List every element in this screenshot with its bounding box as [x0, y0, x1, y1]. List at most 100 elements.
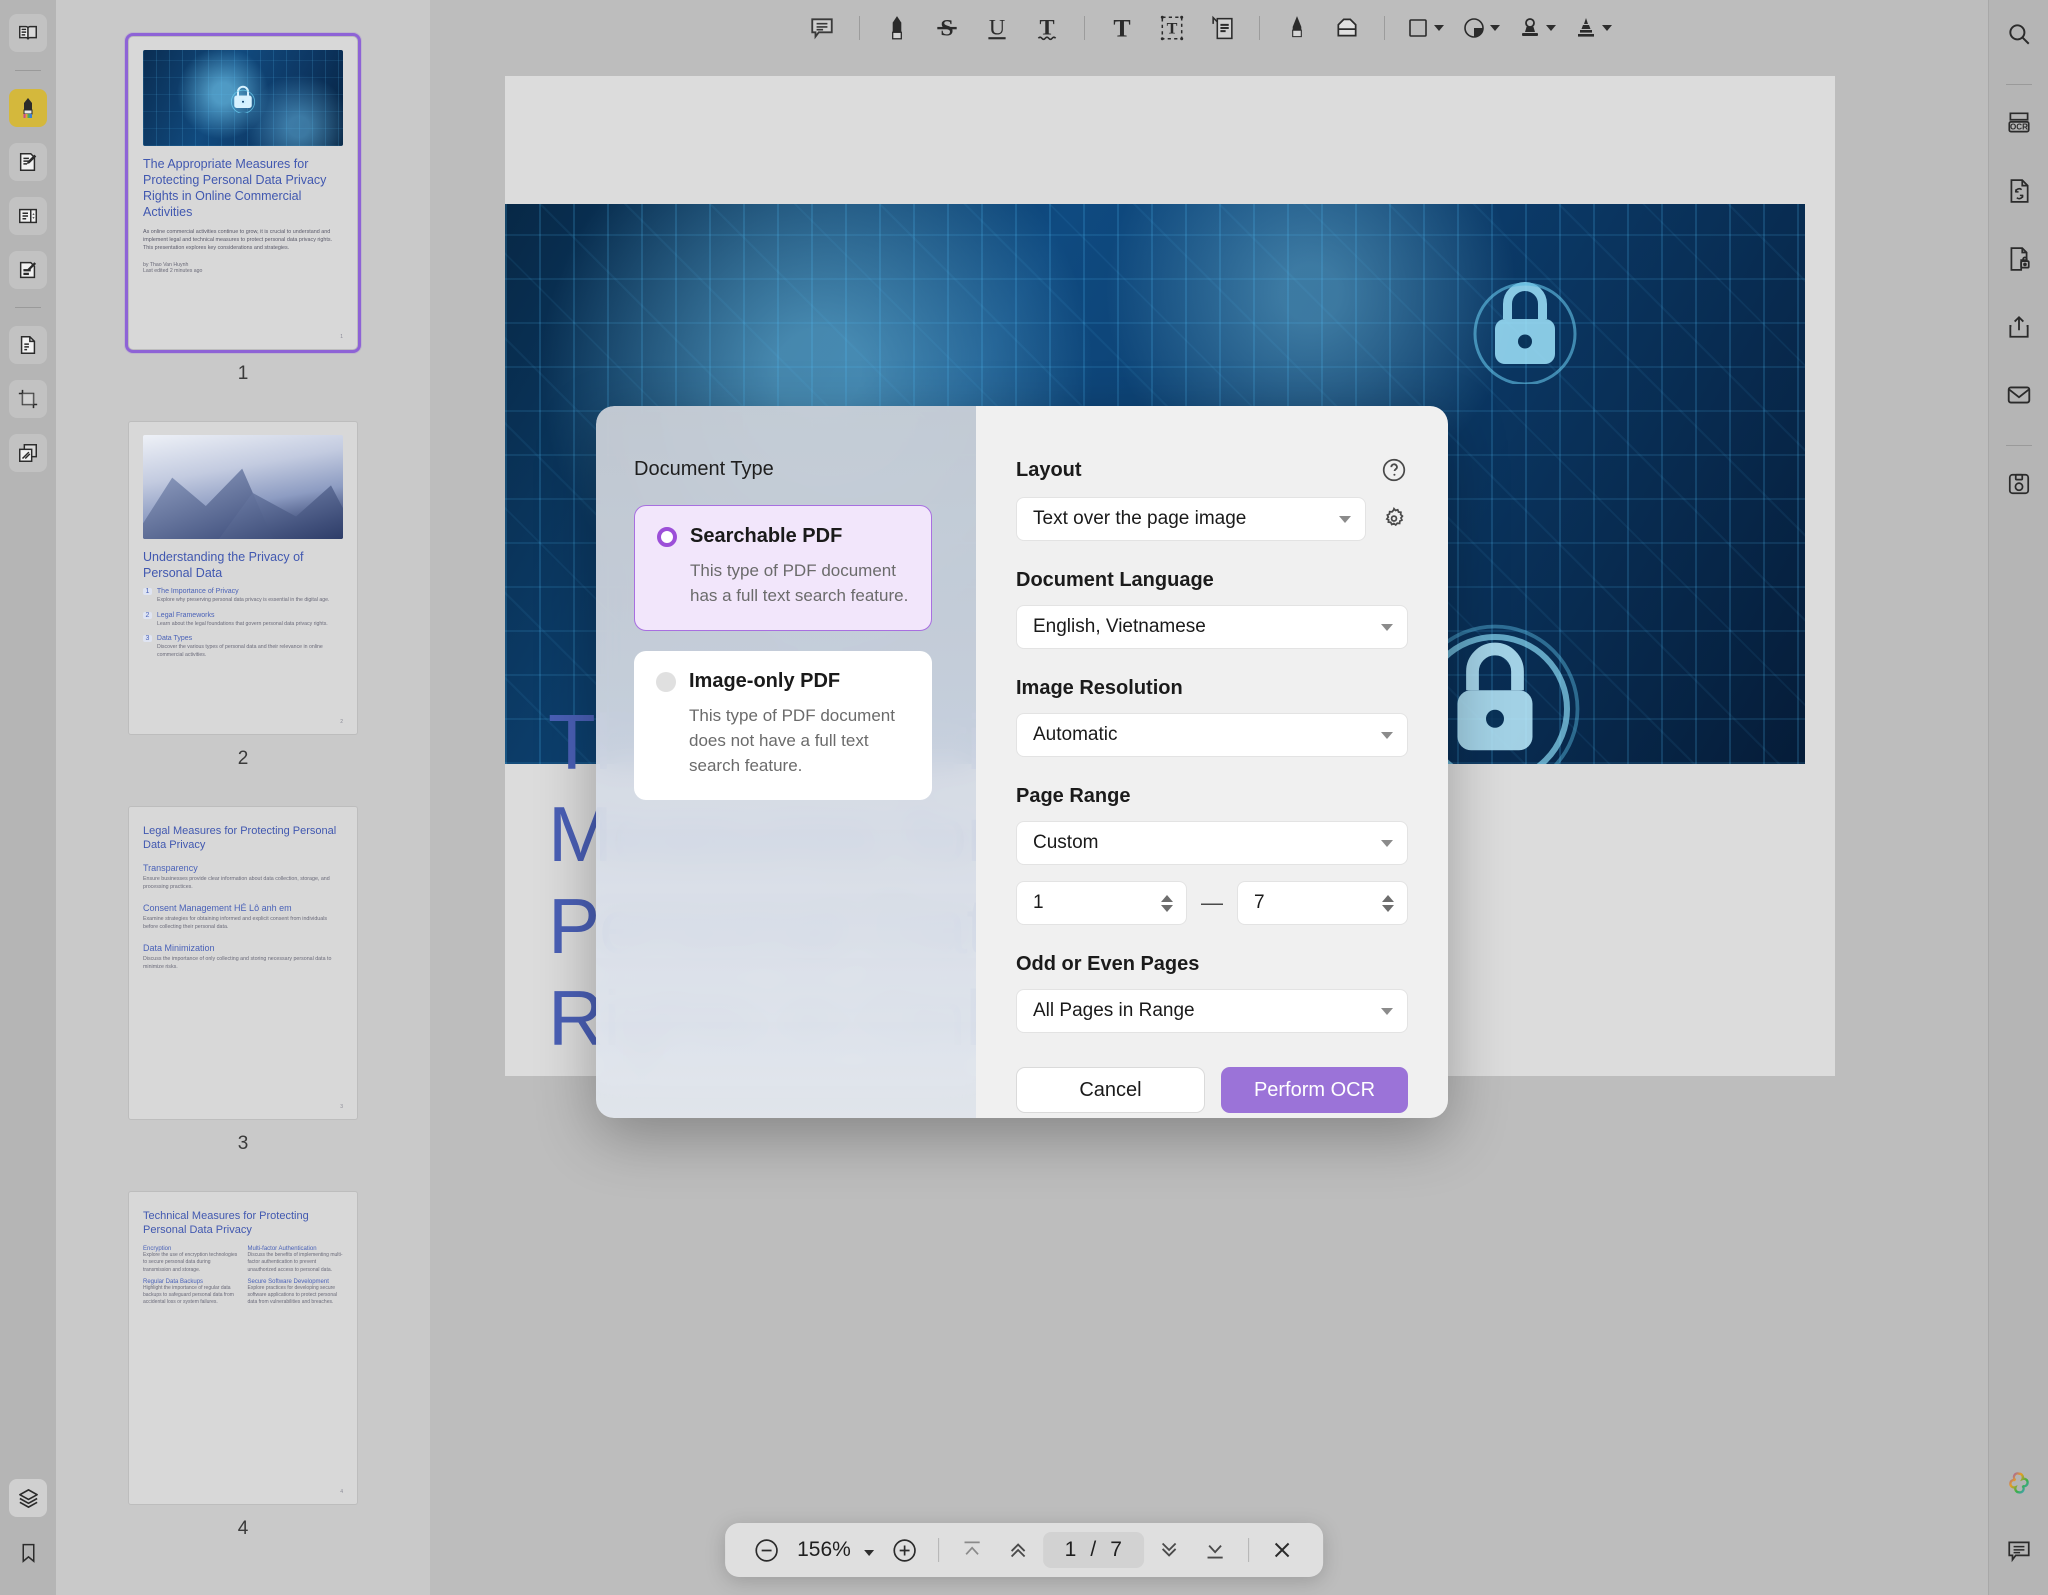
thumbnail-item-3[interactable]: Legal Measures for Protecting Personal D…: [128, 806, 358, 1155]
mail-icon[interactable]: [1999, 375, 2039, 415]
svg-text:OCR: OCR: [2010, 122, 2028, 131]
right-tool-rail: OCR: [1988, 0, 2048, 1595]
markup-icon[interactable]: [9, 251, 47, 289]
first-page-icon[interactable]: [951, 1530, 993, 1570]
radio-searchable-pdf[interactable]: [657, 526, 677, 547]
grid-cell-text: Explore the use of encryption technologi…: [143, 1252, 238, 1273]
ocr-settings-dialog: Document Type Searchable PDF This type o…: [596, 406, 1448, 1118]
minus-circle-icon[interactable]: [745, 1530, 787, 1570]
chevron-down-icon[interactable]: [1546, 25, 1556, 31]
comment-icon[interactable]: [1999, 1531, 2039, 1571]
share-icon[interactable]: [1999, 307, 2039, 347]
chevron-down-icon[interactable]: [1490, 25, 1500, 31]
chevron-down-icon[interactable]: [863, 1550, 874, 1556]
thumbnail-card-1[interactable]: The Appropriate Measures for Protecting …: [125, 33, 361, 353]
organize-pages-icon[interactable]: [9, 434, 47, 472]
grid-cell-text: Discuss the benefits of implementing mul…: [247, 1252, 343, 1273]
radio-image-only-pdf[interactable]: [656, 671, 676, 692]
pen-icon[interactable]: [1275, 8, 1319, 48]
ai-assistant-icon[interactable]: [1999, 1463, 2039, 1503]
protect-icon[interactable]: [1999, 239, 2039, 279]
signature-icon[interactable]: [1568, 8, 1618, 48]
thumbnail-title-1: The Appropriate Measures for Protecting …: [143, 157, 327, 219]
option-searchable-pdf[interactable]: Searchable PDF This type of PDF document…: [634, 505, 932, 632]
thumbnail-item-4[interactable]: Technical Measures for Protecting Person…: [128, 1191, 358, 1540]
plus-circle-icon[interactable]: [884, 1530, 926, 1570]
next-page-icon[interactable]: [1148, 1530, 1190, 1570]
edit-text-icon[interactable]: [9, 143, 47, 181]
chevron-down-icon[interactable]: [1381, 731, 1393, 739]
gear-icon[interactable]: [1380, 505, 1408, 533]
callout-icon[interactable]: [1200, 8, 1244, 48]
note-icon[interactable]: [800, 8, 844, 48]
thumbnail-item-2[interactable]: Understanding the Privacy of Personal Da…: [128, 421, 358, 770]
page-range-from-value: 1: [1033, 892, 1044, 913]
dialog-actions: Cancel Perform OCR: [1016, 1067, 1408, 1113]
read-mode-icon[interactable]: [9, 14, 47, 52]
thumbnail-card-3[interactable]: Legal Measures for Protecting Personal D…: [128, 806, 358, 1120]
image-resolution-select[interactable]: Automatic: [1016, 713, 1408, 757]
text-icon[interactable]: T: [1100, 8, 1144, 48]
search-icon[interactable]: [1999, 14, 2039, 54]
last-page-icon[interactable]: [1194, 1530, 1236, 1570]
chevron-down-icon[interactable]: [1339, 515, 1351, 523]
ocr-icon[interactable]: OCR: [1999, 103, 2039, 143]
option-image-only-pdf[interactable]: Image-only PDF This type of PDF document…: [634, 651, 932, 801]
chevron-down-icon[interactable]: [1381, 623, 1393, 631]
highlight-icon[interactable]: [875, 8, 919, 48]
help-circle-icon[interactable]: [1380, 456, 1408, 484]
highlighter-icon[interactable]: [9, 89, 47, 127]
page-range-value: Custom: [1033, 832, 1099, 853]
section-heading: The Importance of Privacy: [156, 588, 239, 595]
document-type-panel: Document Type Searchable PDF This type o…: [596, 406, 976, 1118]
chevron-down-icon[interactable]: [1602, 25, 1612, 31]
thumbnail-section-2-1: 1 The Importance of Privacy Explore why p…: [143, 588, 343, 605]
bookmark-icon[interactable]: [9, 1533, 47, 1571]
shape-fill-icon[interactable]: [1456, 8, 1506, 48]
underline-icon[interactable]: U: [975, 8, 1019, 48]
shape-icon[interactable]: [1400, 8, 1450, 48]
thumbnail-block-heading-3-3: Data Minimization: [143, 942, 215, 953]
page-range-from-input[interactable]: 1: [1016, 881, 1187, 925]
save-icon[interactable]: [1999, 464, 2039, 504]
page-range-select[interactable]: Custom: [1016, 821, 1408, 865]
perform-ocr-button[interactable]: Perform OCR: [1221, 1067, 1408, 1113]
prev-page-icon[interactable]: [997, 1530, 1039, 1570]
svg-text:T: T: [1167, 20, 1178, 37]
page-range-from-stepper[interactable]: [1161, 894, 1173, 912]
section-text: Explore why preserving personal data pri…: [157, 597, 330, 603]
bottom-bar-divider-2: [1247, 1538, 1249, 1562]
chevron-down-icon[interactable]: [1381, 839, 1393, 847]
layers-icon[interactable]: [9, 1479, 47, 1517]
cancel-button[interactable]: Cancel: [1016, 1067, 1205, 1113]
thumbnail-section-2-3: 3 Data Types Discover the various types o…: [143, 635, 343, 659]
page-range-to-value: 7: [1254, 892, 1265, 913]
chevron-down-icon[interactable]: [1381, 1007, 1393, 1015]
document-language-select[interactable]: English, Vietnamese: [1016, 605, 1408, 649]
page-indicator[interactable]: 1 / 7: [1042, 1532, 1144, 1568]
thumbnail-card-2[interactable]: Understanding the Privacy of Personal Da…: [128, 421, 358, 735]
convert-icon[interactable]: [1999, 171, 2039, 211]
odd-even-select[interactable]: All Pages in Range: [1016, 989, 1408, 1033]
form-fields-icon[interactable]: [9, 197, 47, 235]
chevron-down-icon[interactable]: [1434, 25, 1444, 31]
svg-text:T: T: [1113, 14, 1130, 42]
text-box-icon[interactable]: T: [1150, 8, 1194, 48]
page-edit-icon[interactable]: [9, 326, 47, 364]
thumbnail-title-4: Technical Measures for Protecting Person…: [143, 1210, 309, 1237]
stamp-icon[interactable]: [1512, 8, 1562, 48]
eraser-icon[interactable]: [1325, 8, 1369, 48]
close-icon[interactable]: [1261, 1530, 1303, 1570]
page-range-to-input[interactable]: 7: [1237, 881, 1408, 925]
thumbnail-item-1[interactable]: The Appropriate Measures for Protecting …: [125, 33, 361, 385]
zoom-level-label[interactable]: 156%: [791, 1538, 880, 1562]
strikethrough-icon[interactable]: S: [925, 8, 969, 48]
page-range-to-stepper[interactable]: [1382, 894, 1394, 912]
layout-select[interactable]: Text over the page image: [1016, 497, 1366, 541]
squiggly-icon[interactable]: T: [1025, 8, 1069, 48]
right-rail-divider-1: [2005, 84, 2032, 85]
crop-icon[interactable]: [9, 380, 47, 418]
thumbnail-card-4[interactable]: Technical Measures for Protecting Person…: [128, 1191, 358, 1505]
page-thumbnail-panel[interactable]: The Appropriate Measures for Protecting …: [56, 0, 430, 1595]
section-number: 3: [143, 635, 152, 643]
